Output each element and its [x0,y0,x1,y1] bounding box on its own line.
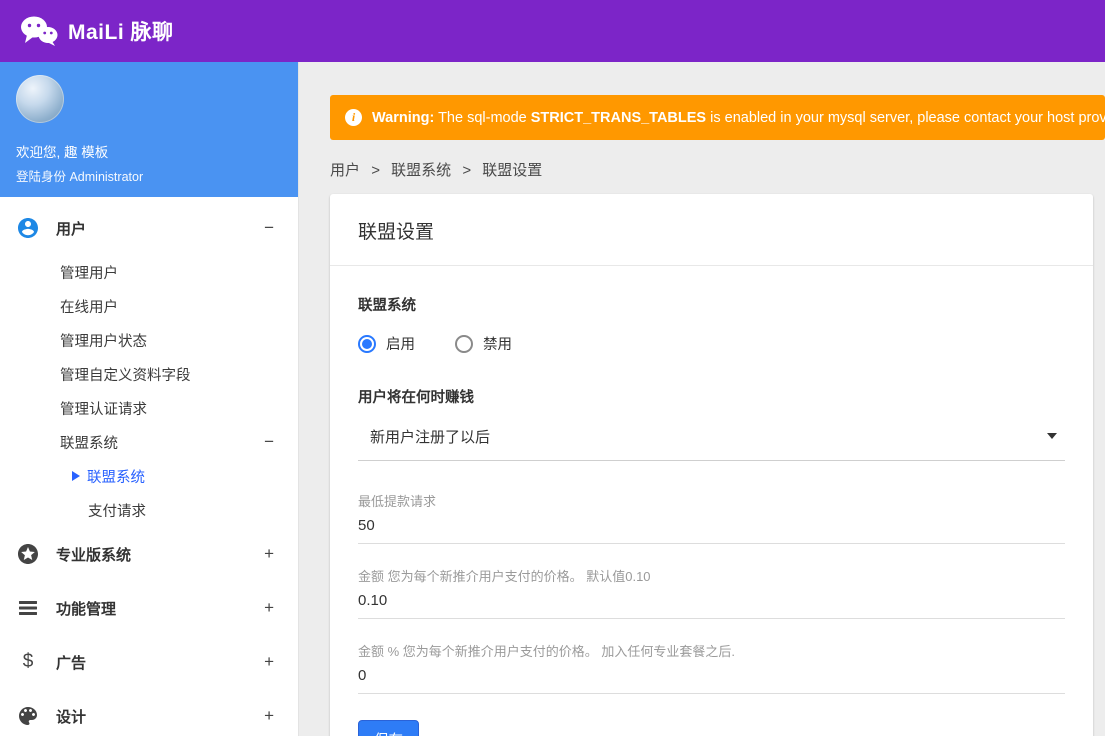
warning-sql-mode: STRICT_TRANS_TABLES [530,109,707,126]
sidebar: 欢迎您, 趣 模板 登陆身份 Administrator 用户 − 管理用户 在… [0,62,299,736]
radio-disabled-icon[interactable] [455,334,473,353]
breadcrumb-affiliate-system[interactable]: 联盟系统 [391,162,451,179]
field-label: 最低提款请求 [358,494,437,509]
field-label: 金额 % 您为每个新推介用户支付的价格。 加入任何专业套餐之后. [358,644,736,659]
sidebar-item-label: 用户 [56,220,87,238]
sidebar-item-design[interactable]: 设计 + [0,689,298,736]
referral-percent-input[interactable] [358,660,1065,694]
warning-text-2: is enabled in your mysql server, please … [710,109,1105,126]
avatar[interactable] [16,75,64,123]
radio-option-enable[interactable]: 启用 [358,333,415,354]
breadcrumb-separator: > [371,162,380,179]
sidebar-item-label: 专业版系统 [56,546,132,564]
caret-down-icon [1047,433,1057,439]
warning-banner: i Warning: The sql-mode STRICT_TRANS_TAB… [330,95,1105,140]
sidebar-item-feature-management[interactable]: 功能管理 + [0,581,298,635]
expand-icon[interactable]: + [264,598,274,618]
earn-time-label: 用户将在何时赚钱 [358,390,474,406]
min-withdrawal-input[interactable] [358,510,1065,544]
star-circle-icon [16,542,40,566]
welcome-text: 欢迎您, 趣 模板 [16,145,109,160]
radio-enabled-icon[interactable] [358,334,376,353]
arrow-right-icon [72,471,80,481]
sidebar-item-label: 联盟系统 [87,469,145,486]
breadcrumb: 用户 > 联盟系统 > 联盟设置 [330,159,1105,180]
sidebar-menu: 用户 − 管理用户 在线用户 管理用户状态 管理自定义资料字段 管理认证请求 联… [0,197,298,736]
account-circle-icon [16,216,40,240]
collapse-icon[interactable]: − [264,432,274,452]
sidebar-item-users[interactable]: 用户 − [0,201,298,255]
list-bars-icon [16,596,40,620]
sidebar-item-custom-profile-fields[interactable]: 管理自定义资料字段 [0,357,298,391]
warning-text-1: The sql-mode [434,109,531,126]
expand-icon[interactable]: + [264,544,274,564]
referral-amount-field: 金额 您为每个新推介用户支付的价格。 默认值0.10 [358,566,1065,619]
sidebar-item-affiliate-group[interactable]: 联盟系统 − [0,425,298,459]
sidebar-item-label: 联盟系统 [60,435,118,452]
affiliate-settings-card: 联盟设置 联盟系统 启用 禁用 用户将在何时赚钱 新用户注册了以后 最低提款请求 [330,194,1093,736]
sidebar-item-payment-requests[interactable]: 支付请求 [0,493,298,527]
radio-disable-label: 禁用 [483,337,512,353]
earn-time-selected-value: 新用户注册了以后 [370,429,491,446]
expand-icon[interactable]: + [264,652,274,672]
radio-option-disable[interactable]: 禁用 [455,333,512,354]
brand-title: MaiLi 脉聊 [68,21,174,44]
card-title: 联盟设置 [330,194,1093,266]
referral-percent-field: 金额 % 您为每个新推介用户支付的价格。 加入任何专业套餐之后. [358,641,1065,694]
sidebar-profile: 欢迎您, 趣 模板 登陆身份 Administrator [0,62,298,197]
expand-icon[interactable]: + [264,706,274,726]
sidebar-item-user-status[interactable]: 管理用户状态 [0,323,298,357]
warning-bold-prefix: Warning: [372,109,435,126]
breadcrumb-users[interactable]: 用户 [330,162,360,179]
wechat-logo-icon [20,15,58,47]
dollar-sign-icon: $ [22,651,34,672]
sidebar-item-label: 设计 [56,708,87,726]
collapse-icon[interactable]: − [264,218,274,238]
sidebar-item-ads[interactable]: $ 广告 + [0,635,298,689]
min-withdrawal-field: 最低提款请求 [358,491,1065,544]
info-icon: i [345,109,362,126]
radio-enable-label: 启用 [386,337,415,353]
referral-amount-input[interactable] [358,585,1065,619]
palette-icon [16,704,40,728]
sidebar-item-label: 广告 [56,654,87,672]
sidebar-item-verification-requests[interactable]: 管理认证请求 [0,391,298,425]
warning-text: Warning: The sql-mode STRICT_TRANS_TABLE… [372,110,1105,126]
breadcrumb-affiliate-settings: 联盟设置 [482,162,543,179]
affiliate-radio-group: 启用 禁用 [358,333,1065,354]
save-button[interactable]: 保存 [358,720,419,736]
role-text: 登陆身份 Administrator [16,170,144,184]
field-label: 金额 您为每个新推介用户支付的价格。 默认值0.10 [358,569,651,584]
top-header: MaiLi 脉聊 [0,0,1105,62]
breadcrumb-separator: > [462,162,472,179]
sidebar-item-affiliate-system[interactable]: 联盟系统 [0,459,298,493]
earn-time-select[interactable]: 新用户注册了以后 [358,419,1065,461]
sidebar-item-online-users[interactable]: 在线用户 [0,289,298,323]
sidebar-item-label: 功能管理 [56,600,117,618]
sidebar-item-manage-users[interactable]: 管理用户 [0,255,298,289]
sidebar-item-pro-system[interactable]: 专业版系统 + [0,527,298,581]
card-body: 联盟系统 启用 禁用 用户将在何时赚钱 新用户注册了以后 最低提款请求 50 金… [330,266,1093,736]
main-content: i Warning: The sql-mode STRICT_TRANS_TAB… [299,62,1105,736]
affiliate-system-label: 联盟系统 [358,298,416,314]
